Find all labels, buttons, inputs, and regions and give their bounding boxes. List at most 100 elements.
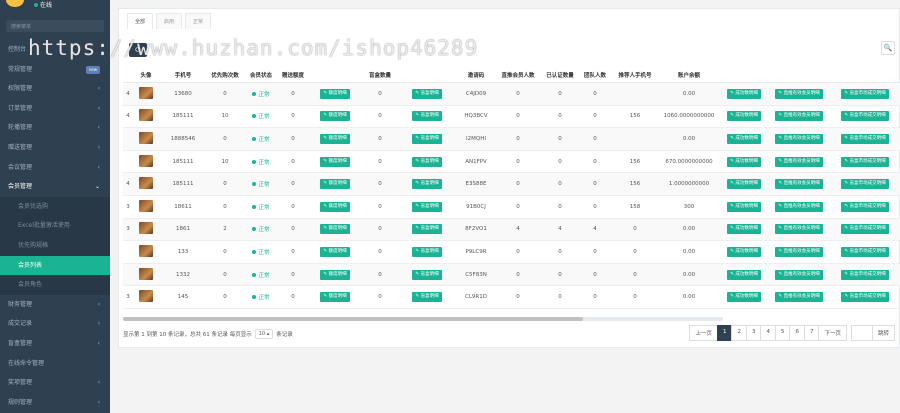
horizontal-scrollbar[interactable] (123, 317, 723, 321)
table-cell: 0 (378, 90, 382, 97)
sidebar-item-10[interactable]: 优先购规格 (0, 235, 110, 256)
sidebar-item-1[interactable]: 常规管理 new (0, 60, 110, 80)
sidebar-item-11[interactable]: 会员列表 (0, 255, 110, 276)
tab-normal[interactable]: 正常 (185, 13, 212, 29)
sidebar-item-7[interactable]: 会员管理 ⌄ (0, 177, 110, 197)
blindbox-trade-detail-button[interactable]: ✎ 盲盒市场成交明细 (841, 292, 889, 303)
blindbox-detail-button[interactable]: ✎ 盲盒明细 (412, 269, 442, 280)
sidebar-item-18[interactable]: 规则管理 ‹ (0, 393, 110, 413)
quota-detail-button[interactable]: ✎ 额度明细 (320, 224, 350, 235)
sidebar-item-14[interactable]: 成交记录 ‹ (0, 314, 110, 334)
blindbox-trade-detail-button[interactable]: ✎ 盲盒市场成交明细 (841, 246, 889, 257)
page-button-6[interactable]: 6 (789, 325, 805, 341)
success-detail-button[interactable]: ✎ 成功数明细 (727, 88, 761, 99)
sidebar-item-15[interactable]: 盲盒管理 ‹ (0, 334, 110, 354)
page-button-1[interactable]: 1 (716, 325, 733, 341)
direct-member-detail-button[interactable]: ✎ 直推有效会员明细 (775, 111, 823, 122)
blindbox-detail-button[interactable]: ✎ 盲盒明细 (412, 133, 442, 144)
blindbox-trade-detail-button[interactable]: ✎ 盲盒市场成交明细 (841, 179, 889, 190)
blindbox-trade-detail-button[interactable]: ✎ 盲盒市场成交明细 (841, 269, 889, 280)
sidebar-item-label: 轮播管理 (8, 124, 33, 132)
blindbox-trade-detail-button[interactable]: ✎ 盲盒市场成交明细 (841, 133, 889, 144)
tab-enabled[interactable]: 启用 (156, 13, 183, 29)
success-detail-button[interactable]: ✎ 成功数明细 (727, 201, 761, 212)
direct-member-detail-button[interactable]: ✎ 直推有效会员明细 (775, 269, 823, 280)
next-page-button[interactable]: 下一页 (818, 325, 847, 341)
table-cell (133, 290, 159, 304)
direct-member-detail-button[interactable]: ✎ 直推有效会员明细 (775, 133, 823, 144)
page-button-3[interactable]: 3 (745, 325, 762, 341)
page-button-4[interactable]: 4 (760, 325, 776, 341)
page-button-7[interactable]: 7 (803, 325, 820, 341)
direct-member-detail-button[interactable]: ✎ 直推有效会员明细 (775, 88, 823, 99)
success-detail-button[interactable]: ✎ 成功数明细 (727, 269, 761, 280)
search-icon[interactable]: 🔍 (881, 41, 895, 55)
table-cell: HQ3BCV (464, 113, 488, 120)
sidebar-item-13[interactable]: 财务管理 ‹ (0, 295, 110, 315)
table-cell: AN1FPV (465, 158, 487, 165)
sidebar-item-12[interactable]: 会员角色 (0, 275, 110, 295)
tab-all[interactable]: 全部 (127, 13, 154, 29)
success-detail-button[interactable]: ✎ 成功数明细 (727, 179, 761, 190)
page-button-5[interactable]: 5 (774, 325, 791, 341)
sidebar-item-8[interactable]: 会员优选购 (0, 196, 110, 217)
blindbox-trade-detail-button[interactable]: ✎ 盲盒市场成交明细 (841, 224, 889, 235)
quota-detail-button[interactable]: ✎ 额度明细 (320, 201, 350, 212)
pagination: 上一页 1 2 3 4 5 6 7 下一页 跳转 (689, 325, 895, 341)
success-detail-button[interactable]: ✎ 成功数明细 (727, 133, 761, 144)
direct-member-detail-button[interactable]: ✎ 直推有效会员明细 (775, 156, 823, 167)
blindbox-detail-button[interactable]: ✎ 盲盒明细 (412, 224, 442, 235)
blindbox-detail-button[interactable]: ✎ 盲盒明细 (412, 179, 442, 190)
table-cell: ✎ 直推有效会员明细 (769, 269, 829, 280)
avatar[interactable] (6, 0, 24, 7)
sidebar-search-input[interactable]: 搜索菜单 (6, 20, 104, 32)
success-detail-button[interactable]: ✎ 成功数明细 (727, 246, 761, 257)
table-cell: 10 (221, 158, 229, 165)
table-row: 4 185111 0 正常 0 ✎ 额度明细 0 ✎ 盲盒明细 E3S88E 0 0 0 156 1.00… (123, 173, 900, 196)
quota-detail-button[interactable]: ✎ 额度明细 (320, 111, 350, 122)
sidebar-item-6[interactable]: 会议管理 ‹ (0, 158, 110, 178)
quota-detail-button[interactable]: ✎ 额度明细 (320, 269, 350, 280)
blindbox-detail-button[interactable]: ✎ 盲盒明细 (412, 156, 442, 167)
quota-detail-button[interactable]: ✎ 额度明细 (320, 133, 350, 144)
page-size-select[interactable]: 10 ▴ (254, 329, 274, 339)
watermark: https://www.huzhan.com/ishop46289 (28, 36, 479, 60)
sidebar-item-5[interactable]: 赠送管理 ‹ (0, 138, 110, 158)
page-button-2[interactable]: 2 (731, 325, 747, 341)
blindbox-trade-detail-button[interactable]: ✎ 盲盒市场成交明细 (841, 201, 889, 212)
quota-detail-button[interactable]: ✎ 额度明细 (320, 88, 350, 99)
quota-detail-button[interactable]: ✎ 额度明细 (320, 179, 350, 190)
blindbox-trade-detail-button[interactable]: ✎ 盲盒市场成交明细 (841, 156, 889, 167)
direct-member-detail-button[interactable]: ✎ 直推有效会员明细 (775, 224, 823, 235)
quota-detail-button[interactable]: ✎ 额度明细 (320, 246, 350, 257)
sidebar-item-label: 在线命令管理 (8, 359, 45, 367)
blindbox-detail-button[interactable]: ✎ 盲盒明细 (412, 88, 442, 99)
sidebar-item-2[interactable]: 权限管理 ‹ (0, 79, 110, 99)
success-detail-button[interactable]: ✎ 成功数明细 (727, 224, 761, 235)
blindbox-trade-detail-button[interactable]: ✎ 盲盒市场成交明细 (841, 88, 889, 99)
direct-member-detail-button[interactable]: ✎ 直推有效会员明细 (775, 246, 823, 257)
page-jump-input[interactable] (850, 325, 873, 341)
sidebar-item-3[interactable]: 订单管理 ‹ (0, 99, 110, 119)
quota-detail-button[interactable]: ✎ 额度明细 (320, 292, 350, 303)
success-detail-button[interactable]: ✎ 成功数明细 (727, 156, 761, 167)
sidebar-item-17[interactable]: 奖项管理 ‹ (0, 373, 110, 393)
blindbox-detail-button[interactable]: ✎ 盲盒明细 (412, 292, 442, 303)
table-cell: 8F2VO1 (465, 226, 487, 233)
blindbox-detail-button[interactable]: ✎ 盲盒明细 (412, 246, 442, 257)
jump-button[interactable]: 跳转 (871, 325, 895, 341)
sidebar-item-4[interactable]: 轮播管理 ‹ (0, 118, 110, 138)
column-header: 直推会员人数 (501, 72, 535, 79)
direct-member-detail-button[interactable]: ✎ 直推有效会员明细 (775, 201, 823, 212)
sidebar-item-16[interactable]: 在线命令管理 (0, 354, 110, 374)
success-detail-button[interactable]: ✎ 成功数明细 (727, 111, 761, 122)
prev-page-button[interactable]: 上一页 (689, 325, 718, 341)
direct-member-detail-button[interactable]: ✎ 直推有效会员明细 (775, 179, 823, 190)
blindbox-detail-button[interactable]: ✎ 盲盒明细 (412, 201, 442, 212)
success-detail-button[interactable]: ✎ 成功数明细 (727, 292, 761, 303)
direct-member-detail-button[interactable]: ✎ 直推有效会员明细 (775, 292, 823, 303)
quota-detail-button[interactable]: ✎ 额度明细 (320, 156, 350, 167)
sidebar-item-9[interactable]: Excel批量激活使用 (0, 216, 110, 236)
blindbox-detail-button[interactable]: ✎ 盲盒明细 (412, 111, 442, 122)
blindbox-trade-detail-button[interactable]: ✎ 盲盒市场成交明细 (841, 111, 889, 122)
